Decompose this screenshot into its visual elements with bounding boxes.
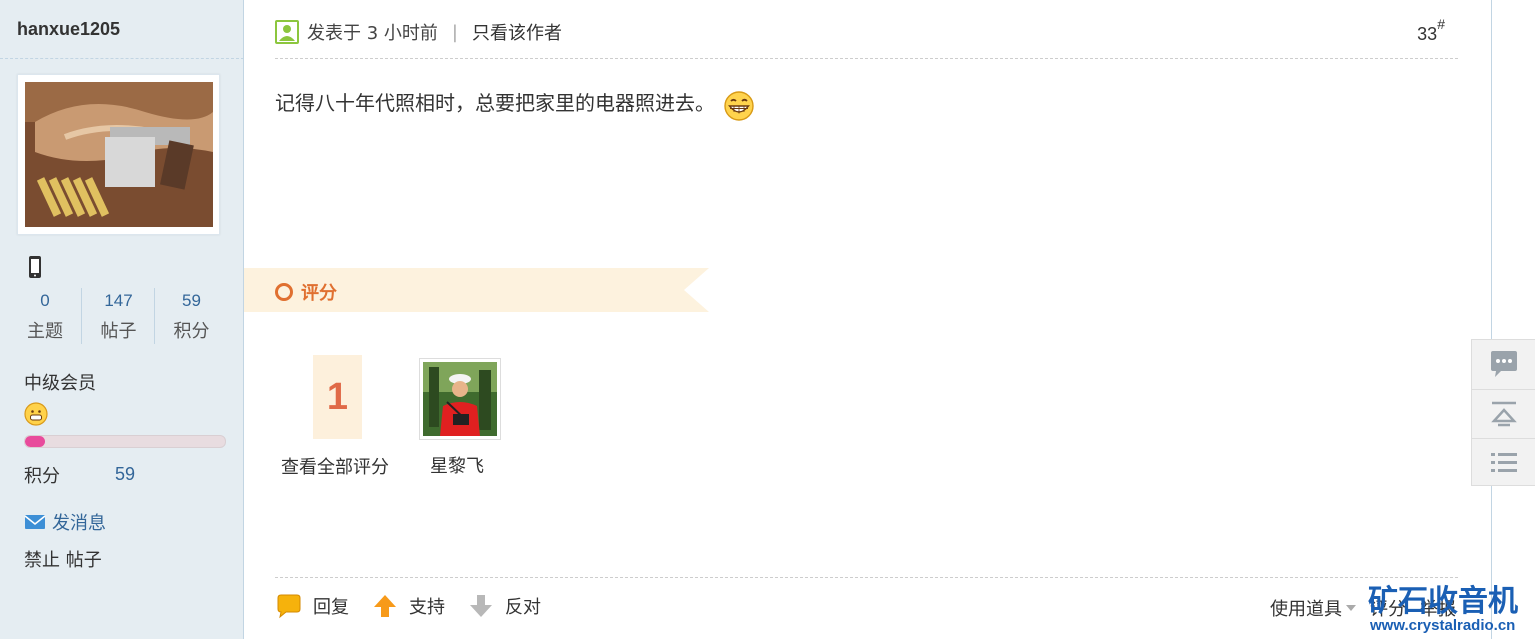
points-label: 积分 [24,466,60,487]
view-all-ratings-link[interactable]: 查看全部评分 [281,453,389,479]
support-label: 支持 [409,597,445,618]
stat-points[interactable]: 59 积分 [154,288,228,344]
watermark-url: www.crystalradio.cn [1370,617,1516,634]
rater-photo [423,362,497,436]
floating-toolbar [1471,339,1535,486]
floor-hash: # [1437,16,1445,32]
stat-label: 主题 [27,321,63,342]
comment-icon [1490,351,1517,377]
rate-section-title: 评分 [275,279,337,305]
stat-label: 积分 [173,321,210,342]
header-divider [275,58,1458,59]
use-props-dropdown[interactable]: 使用道具 [1270,595,1356,621]
content-right-border [1491,0,1492,639]
quick-reply-button[interactable] [1472,340,1535,388]
post-floor[interactable]: 33# [1417,16,1445,45]
only-author-link[interactable]: 只看该作者 [472,19,562,45]
rate-circle-icon [275,283,293,301]
list-icon [1490,452,1517,472]
sidebar-divider [0,58,244,59]
stat-value: 0 [40,291,50,310]
chevron-down-icon [1346,605,1356,611]
thread-list-button[interactable] [1472,438,1535,486]
oppose-button[interactable]: 反对 [467,592,541,620]
mobile-phone-icon [29,256,41,278]
stat-threads[interactable]: 0 主题 [8,288,82,344]
grin-emoji-icon [724,91,754,121]
post-content: 记得八十年代照相时，总要把家里的电器照进去。 [275,84,755,121]
send-message-link[interactable]: 发消息 [24,509,106,535]
post-actions: 回复 支持 反对 [275,592,563,620]
back-to-top-button[interactable] [1472,389,1535,437]
post-main: 发表于 3 小时前 | 只看该作者 33# 记得八十年代照相时，总要把家里的电器… [244,0,1491,639]
envelope-icon [24,515,46,529]
avatar-image [25,82,213,227]
reply-label: 回复 [313,597,349,618]
author-username[interactable]: hanxue1205 [17,19,120,40]
arrow-down-icon [470,595,492,617]
author-stats: 0 主题 147 帖子 59 积分 [8,288,236,344]
use-props-label: 使用道具 [1270,599,1342,620]
rate-count[interactable]: 1 [313,355,362,439]
site-watermark: 矿石收音机 www.crystalradio.cn [1368,576,1535,639]
stat-value: 147 [104,291,133,310]
back-to-top-icon [1490,401,1517,426]
arrow-up-icon [374,595,396,617]
send-message-label: 发消息 [52,513,106,534]
level-smiley-icon [24,402,48,426]
footer-divider [275,577,1458,578]
rater-avatar[interactable] [419,358,501,440]
level-progress-bar [24,435,226,448]
post-time: 发表于 3 小时前 [307,23,438,44]
reply-button[interactable]: 回复 [275,592,349,620]
rater-name[interactable]: 星黎飞 [430,452,484,478]
post-text: 记得八十年代照相时，总要把家里的电器照进去。 [275,91,715,115]
points-value: 59 [115,464,136,484]
watermark-title: 矿石收音机 [1368,584,1518,619]
stat-label: 帖子 [100,321,137,342]
floor-number: 33 [1417,24,1438,44]
support-button[interactable]: 支持 [371,592,445,620]
author-sidebar: hanxue1205 0 主题 147 帖子 59 积分 中级会员 积分 59 … [0,0,244,639]
online-user-icon [275,20,299,44]
stat-value: 59 [182,291,201,310]
speech-bubble-icon [277,594,301,619]
level-progress-fill [25,436,45,447]
oppose-label: 反对 [505,597,541,618]
author-avatar[interactable] [17,74,220,235]
ban-posts-label[interactable]: 禁止 帖子 [24,546,102,572]
stat-posts[interactable]: 147 帖子 [81,288,155,344]
post-header: 发表于 3 小时前 | 只看该作者 [275,19,562,45]
rate-title-text: 评分 [301,283,337,304]
separator: | [451,21,458,43]
user-level[interactable]: 中级会员 [24,369,96,395]
